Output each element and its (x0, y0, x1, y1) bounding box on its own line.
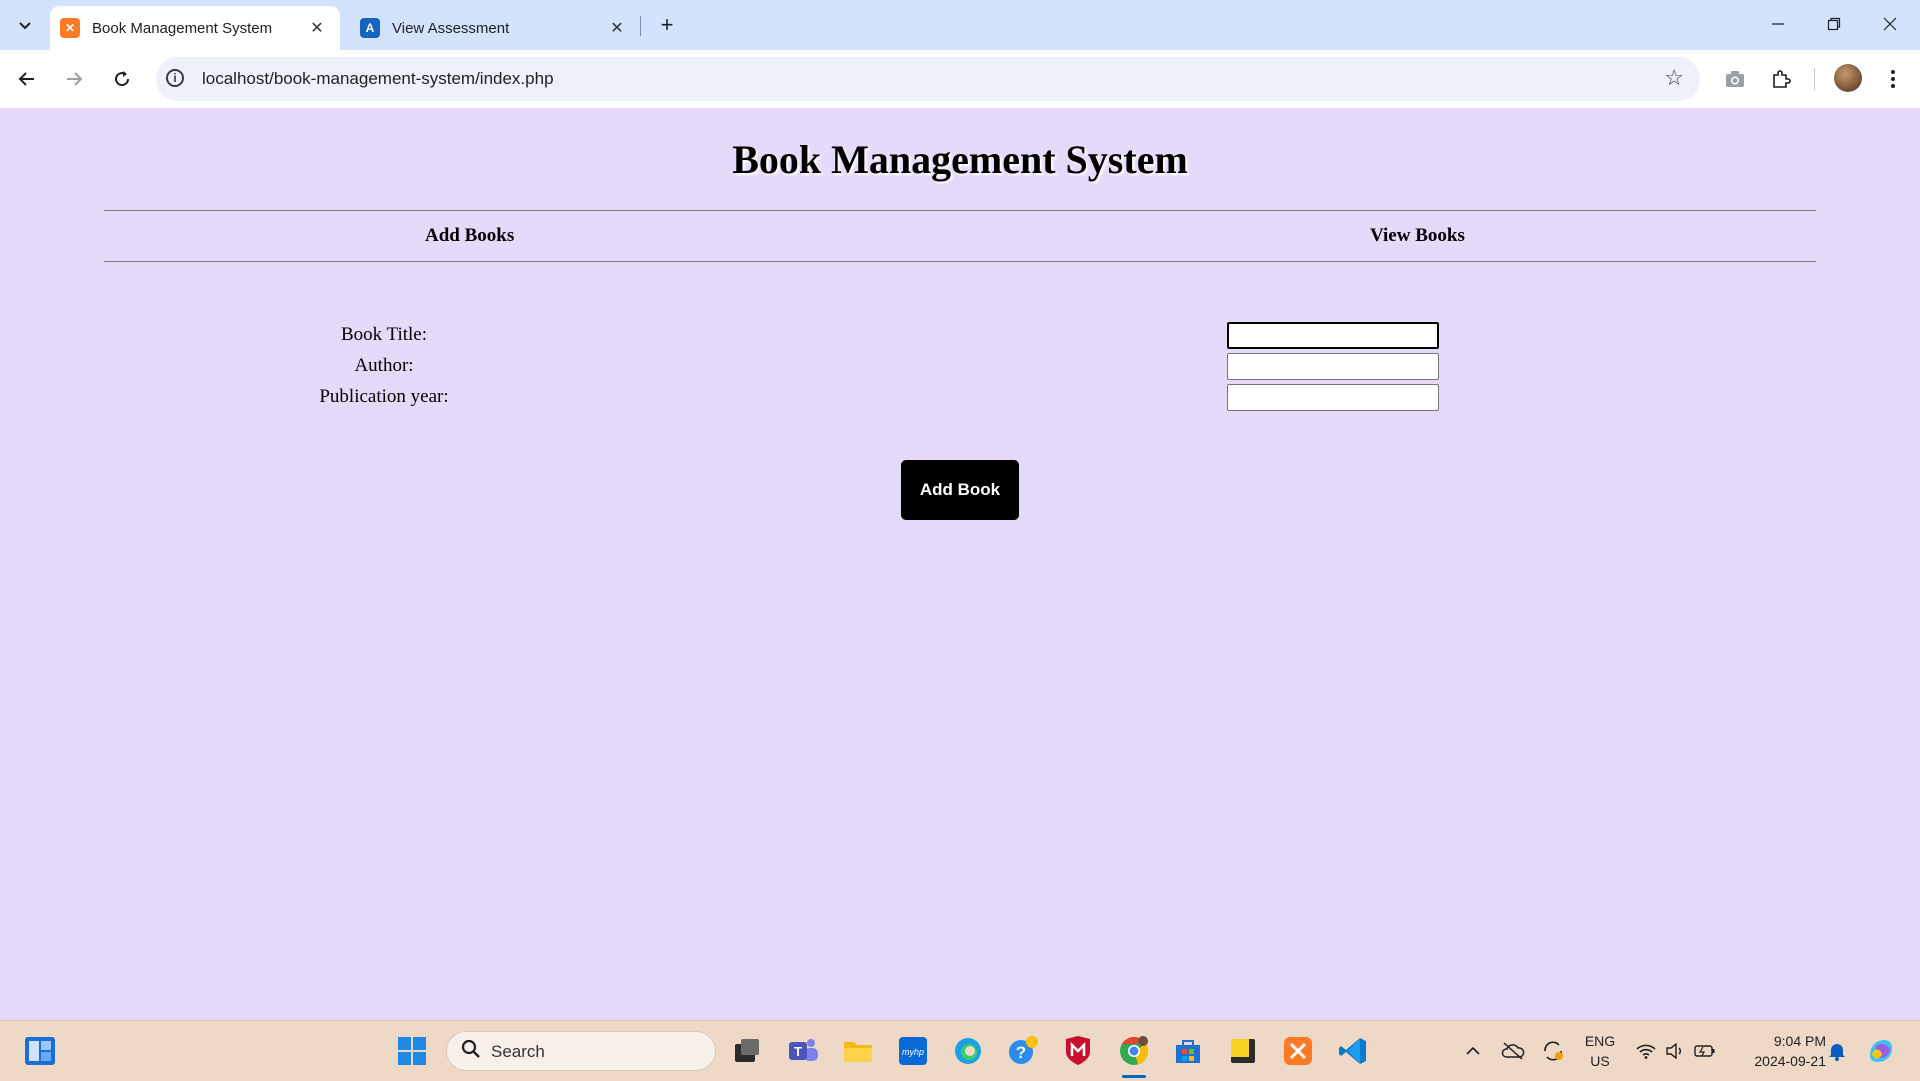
toolbar-divider (1814, 68, 1815, 90)
minimize-icon (1772, 23, 1784, 25)
reload-button[interactable] (105, 62, 139, 96)
new-tab-button[interactable]: + (652, 10, 682, 40)
forward-arrow-icon (67, 72, 83, 86)
edge-icon[interactable] (948, 1031, 988, 1071)
tab-book-management-system[interactable]: ✕ Book Management System ✕ (50, 6, 340, 50)
publication-year-input[interactable] (1227, 384, 1439, 411)
forward-button[interactable] (57, 62, 91, 96)
xampp-icon[interactable] (1278, 1031, 1318, 1071)
teams-icon[interactable]: T (783, 1031, 823, 1071)
battery-icon[interactable] (1691, 1021, 1719, 1081)
language-region: US (1590, 1053, 1610, 1069)
close-icon[interactable]: ✕ (606, 17, 628, 39)
restore-icon (1827, 17, 1841, 31)
search-icon (461, 1039, 481, 1065)
nav-add-books[interactable]: Add Books (425, 225, 514, 247)
file-explorer-icon[interactable] (838, 1031, 878, 1071)
clock-date: 2024-09-21 (1754, 1053, 1826, 1069)
tab-title: View Assessment (392, 19, 510, 37)
windows-taskbar: Search T myhp ? ENG US 9:04 PM 2024-09-2… (0, 1020, 1920, 1081)
tab-title: Book Management System (92, 19, 273, 37)
widgets-icon[interactable] (20, 1031, 60, 1071)
tab-search-button[interactable] (10, 10, 40, 40)
windows-start-icon[interactable] (392, 1031, 432, 1071)
address-bar[interactable]: i localhost/book-management-system/index… (156, 57, 1700, 101)
show-hidden-icons-chevron-icon[interactable] (1458, 1021, 1488, 1081)
close-icon (1883, 17, 1897, 31)
xampp-icon: ✕ (60, 18, 80, 38)
book-title-input[interactable] (1227, 322, 1439, 349)
tab-view-assessment[interactable]: A View Assessment ✕ (350, 6, 640, 50)
mcafee-icon[interactable] (1058, 1031, 1098, 1071)
svg-text:T: T (794, 1044, 802, 1059)
task-view-icon[interactable] (727, 1031, 767, 1071)
profile-avatar[interactable] (1834, 64, 1862, 92)
more-menu-icon[interactable] (1878, 64, 1908, 94)
browser-toolbar: i localhost/book-management-system/index… (0, 50, 1920, 109)
author-label: Author: (354, 355, 414, 376)
url-text[interactable]: localhost/book-management-system/index.p… (202, 69, 554, 89)
chevron-down-icon (19, 22, 31, 30)
svg-text:myhp: myhp (902, 1047, 924, 1057)
myhp-icon[interactable]: myhp (893, 1031, 933, 1071)
wifi-icon[interactable] (1632, 1021, 1660, 1081)
browser-title-bar: ✕ Book Management System ✕ A View Assess… (0, 0, 1920, 50)
author-input[interactable] (1227, 353, 1439, 380)
taskbar-search[interactable]: Search (446, 1031, 716, 1071)
extensions-puzzle-icon[interactable] (1766, 64, 1796, 94)
notification-bell-icon[interactable] (1822, 1021, 1852, 1081)
page-title: Book Management System (732, 137, 1188, 182)
assessment-icon: A (360, 18, 380, 38)
close-window-button[interactable] (1862, 0, 1918, 48)
reload-icon (115, 71, 130, 87)
copilot-icon[interactable] (1862, 1021, 1900, 1081)
nav-view-books[interactable]: View Books (1370, 225, 1465, 247)
info-icon[interactable]: i (166, 69, 184, 87)
sticky-notes-icon[interactable] (1223, 1031, 1263, 1071)
microsoft-store-icon[interactable] (1168, 1031, 1208, 1071)
bookmark-star-icon[interactable]: ☆ (1664, 65, 1684, 91)
vscode-icon[interactable] (1333, 1031, 1373, 1071)
back-button[interactable] (10, 62, 44, 96)
active-app-indicator (1122, 1075, 1146, 1078)
system-clock[interactable]: 9:04 PM 2024-09-21 (1732, 1031, 1826, 1071)
help-icon[interactable]: ? (1003, 1031, 1043, 1071)
onedrive-offline-icon[interactable] (1498, 1021, 1528, 1081)
back-arrow-icon (18, 72, 34, 86)
page-nav: Add Books View Books (104, 210, 1816, 262)
svg-text:?: ? (1016, 1043, 1026, 1062)
web-page: Book Management System Add Books View Bo… (0, 108, 1920, 1020)
close-icon[interactable]: ✕ (306, 17, 328, 39)
clock-time: 9:04 PM (1773, 1033, 1826, 1049)
camera-icon[interactable] (1720, 64, 1750, 94)
language-code: ENG (1584, 1033, 1616, 1049)
add-book-button[interactable]: Add Book (901, 460, 1019, 520)
language-indicator[interactable]: ENG US (1580, 1031, 1620, 1071)
tab-separator (640, 16, 641, 36)
chrome-icon[interactable] (1114, 1031, 1154, 1071)
search-placeholder: Search (491, 1042, 545, 1061)
book-title-label: Book Title: (340, 324, 428, 345)
sync-icon[interactable] (1538, 1021, 1568, 1081)
publication-year-label: Publication year: (319, 386, 449, 407)
volume-icon[interactable] (1661, 1021, 1689, 1081)
minimize-button[interactable] (1750, 0, 1806, 48)
restore-button[interactable] (1806, 0, 1862, 48)
